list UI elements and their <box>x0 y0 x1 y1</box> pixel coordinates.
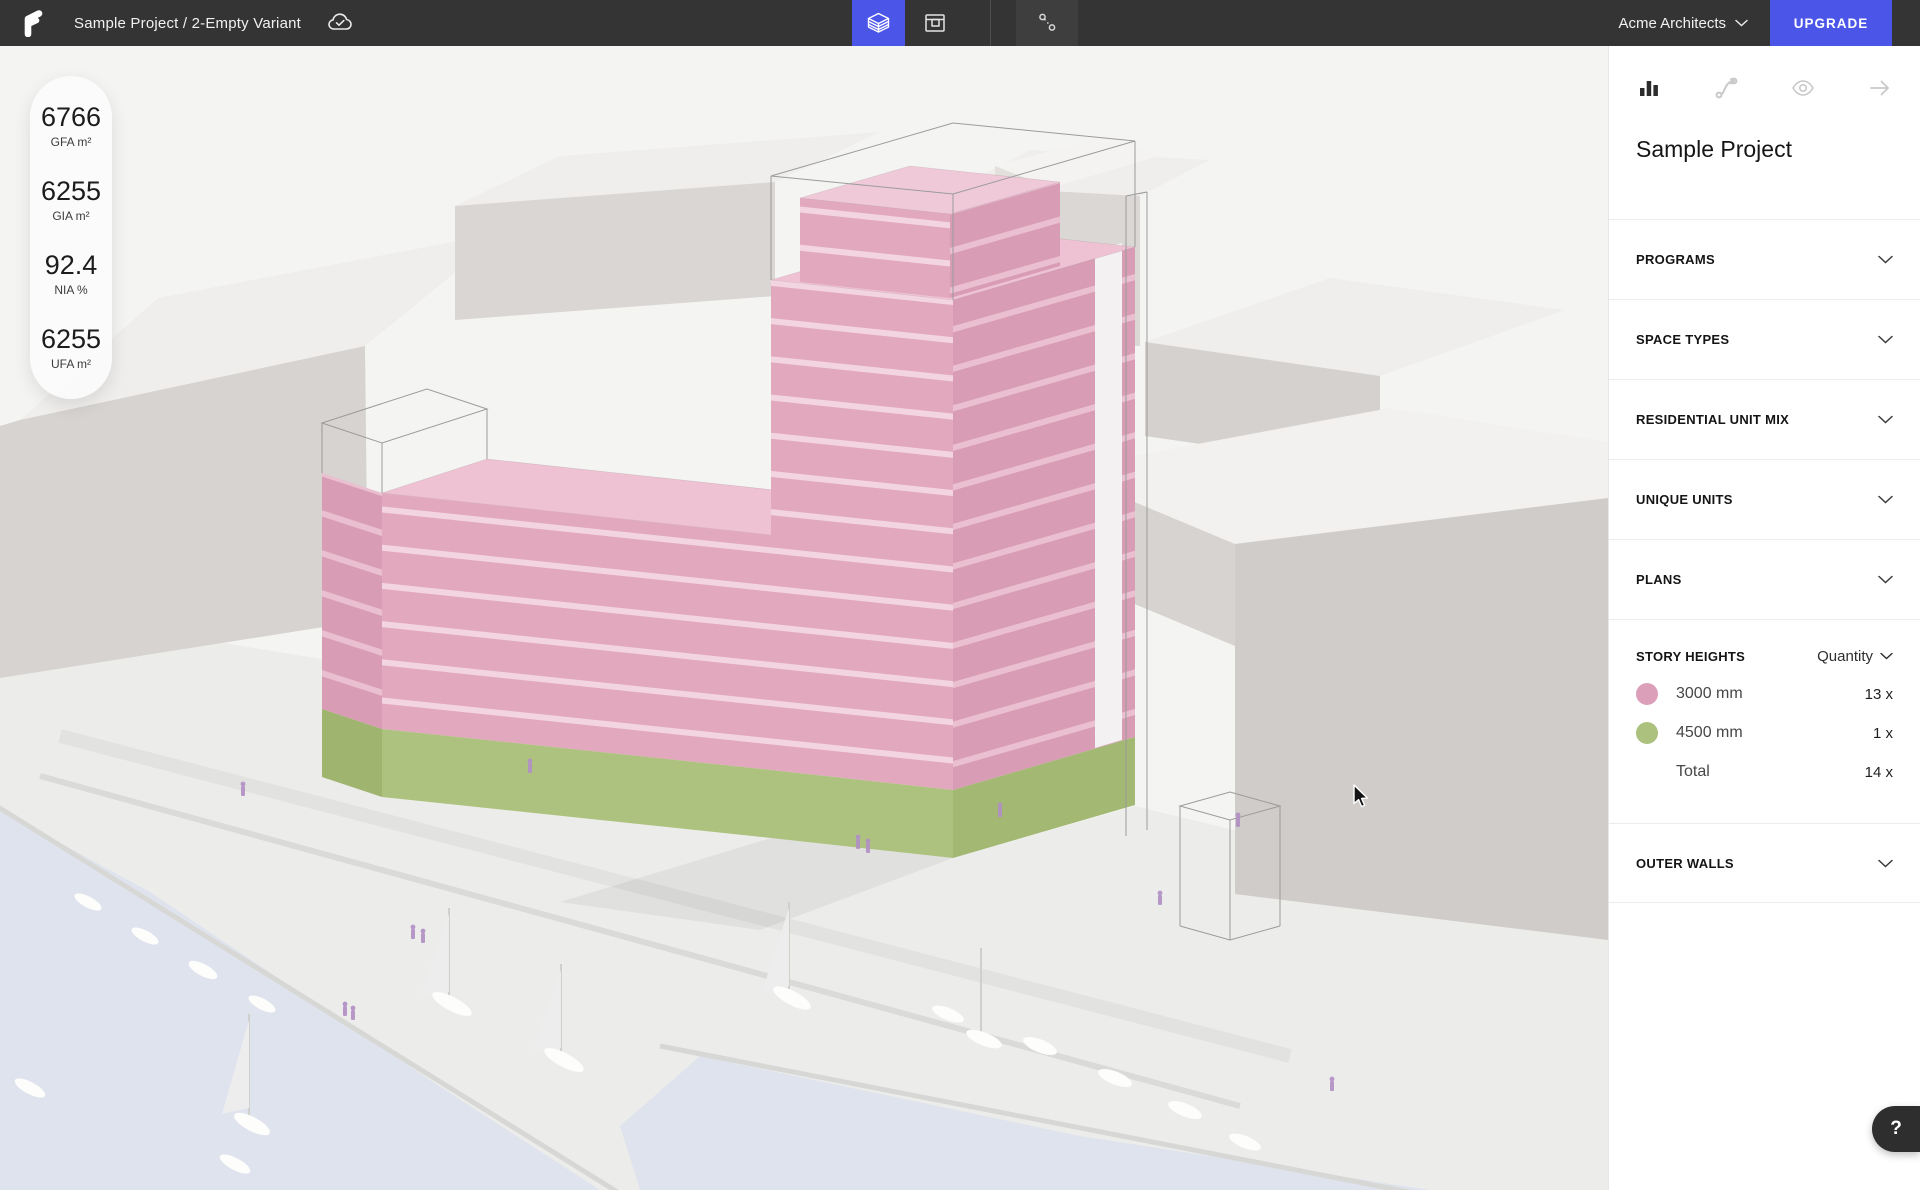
3d-viewport[interactable] <box>0 46 1608 1190</box>
metric-ufa: 6255 UFA m² <box>34 324 108 371</box>
chevron-down-icon <box>1878 415 1893 424</box>
story-height-total-row: Total 14 x <box>1636 761 1893 783</box>
org-name: Acme Architects <box>1618 15 1726 32</box>
section-programs[interactable]: PROGRAMS <box>1609 219 1920 299</box>
story-height-row: 4500 mm 1 x <box>1636 722 1893 744</box>
stats-tab-icon[interactable] <box>1636 75 1662 101</box>
story-color-pink <box>1636 683 1658 705</box>
metric-value: 6255 <box>34 324 108 355</box>
section-unique-units[interactable]: UNIQUE UNITS <box>1609 459 1920 539</box>
story-heights-label: STORY HEIGHTS <box>1636 649 1745 664</box>
chevron-down-icon <box>1735 19 1748 27</box>
metrics-panel: 6766 GFA m² 6255 GIA m² 92.4 NIA % 6255 … <box>30 76 112 399</box>
section-outer-walls[interactable]: OUTER WALLS <box>1609 823 1920 903</box>
metric-label: NIA % <box>34 283 108 297</box>
metric-value: 6766 <box>34 102 108 133</box>
node-tool-icon <box>1034 10 1060 36</box>
metric-label: GFA m² <box>34 135 108 149</box>
section-space-types[interactable]: SPACE TYPES <box>1609 299 1920 379</box>
spline-tab-icon[interactable] <box>1713 75 1739 101</box>
finch-logo-icon[interactable] <box>20 9 44 37</box>
help-button[interactable]: ? <box>1872 1106 1920 1152</box>
sidebar-tabs <box>1636 72 1893 104</box>
chevron-down-icon <box>1878 335 1893 344</box>
section-story-heights: STORY HEIGHTS Quantity 3000 mm 13 x 4500… <box>1609 619 1920 823</box>
project-title: Sample Project <box>1636 134 1893 164</box>
quantity-dropdown[interactable]: Quantity <box>1817 648 1893 665</box>
view-3d-button[interactable] <box>852 0 905 46</box>
chevron-down-icon <box>1878 255 1893 264</box>
metric-value: 6255 <box>34 176 108 207</box>
metric-gfa: 6766 GFA m² <box>34 102 108 149</box>
metric-label: GIA m² <box>34 209 108 223</box>
metric-label: UFA m² <box>34 357 108 371</box>
chevron-down-icon <box>1880 652 1893 660</box>
section-plans[interactable]: PLANS <box>1609 539 1920 619</box>
story-color-green <box>1636 722 1658 744</box>
top-bar: Sample Project / 2-Empty Variant <box>0 0 1920 46</box>
chevron-down-icon <box>1878 859 1893 868</box>
section-residential-unit-mix[interactable]: RESIDENTIAL UNIT MIX <box>1609 379 1920 459</box>
metric-nia: 92.4 NIA % <box>34 250 108 297</box>
org-switcher[interactable]: Acme Architects <box>1618 15 1748 32</box>
metric-gia: 6255 GIA m² <box>34 176 108 223</box>
story-height-row: 3000 mm 13 x <box>1636 683 1893 705</box>
view-plan-button[interactable] <box>905 0 965 46</box>
visibility-tab-icon[interactable] <box>1790 75 1816 101</box>
arrow-tab-icon[interactable] <box>1867 75 1893 101</box>
cloud-sync-icon <box>327 12 353 34</box>
chevron-down-icon <box>1878 495 1893 504</box>
chevron-down-icon <box>1878 575 1893 584</box>
plan-grid-icon <box>922 10 948 36</box>
upgrade-button[interactable]: UPGRADE <box>1770 0 1892 46</box>
metric-value: 92.4 <box>34 250 108 281</box>
node-tool-button[interactable] <box>1016 0 1078 46</box>
breadcrumb[interactable]: Sample Project / 2-Empty Variant <box>74 15 301 32</box>
right-sidebar: Sample Project PROGRAMS SPACE TYPES RESI… <box>1608 46 1920 1190</box>
toolbar-divider <box>990 0 991 46</box>
layers-cube-icon <box>865 10 892 37</box>
